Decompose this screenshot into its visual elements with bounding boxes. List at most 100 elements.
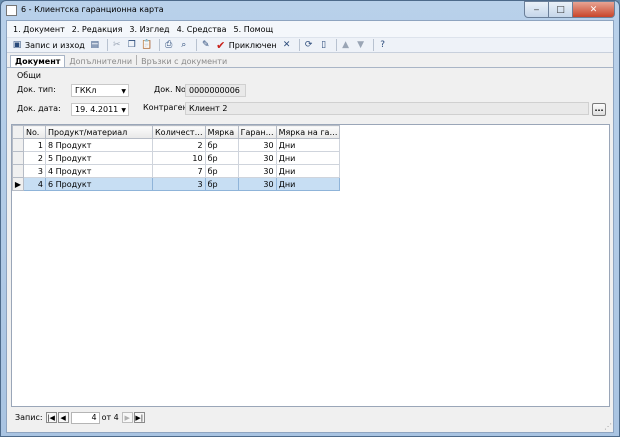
cell-warranty-unit[interactable]: Дни (275, 177, 341, 191)
column-header-no[interactable]: No. (23, 125, 46, 139)
doc-type-value: ГККл (75, 86, 97, 95)
toolbar-separator (298, 39, 300, 51)
cell-warranty-unit[interactable]: Дни (275, 164, 341, 178)
print-icon[interactable]: ⎙ (163, 39, 175, 51)
refresh-icon[interactable]: ⟳ (303, 39, 315, 51)
cell-unit[interactable]: бр (204, 151, 239, 165)
menu-view[interactable]: 3. Изглед (129, 25, 169, 34)
cut-icon[interactable]: ✂ (111, 39, 123, 51)
doc-no-field: 0000000006 (185, 84, 246, 97)
cell-quantity[interactable]: 2 (152, 138, 206, 152)
group-general-label: Общи (17, 71, 41, 80)
cell-unit[interactable]: бр (204, 177, 239, 191)
table-row[interactable]: 1 8 Продукт 2 бр 30 Дни (12, 138, 341, 152)
column-header-warranty-unit[interactable]: Мярка на га… (275, 125, 341, 139)
new-page-icon[interactable]: ▤ (89, 39, 101, 51)
current-record-input[interactable] (70, 411, 100, 424)
cell-quantity[interactable]: 3 (152, 177, 206, 191)
cell-warranty[interactable]: 30 (237, 151, 277, 165)
tab-additional[interactable]: Допълнителни (65, 56, 136, 67)
menu-bar: 1. Документ 2. Редакция 3. Изглед 4. Сре… (7, 21, 613, 37)
previous-record-button[interactable]: ◀ (57, 412, 69, 423)
menu-document[interactable]: 1. Документ (13, 25, 65, 34)
cell-product[interactable]: 4 Продукт (45, 164, 153, 178)
doc-no-label: Док. No. (154, 85, 189, 94)
table-row-selected[interactable]: ▶ 4 6 Продукт 3 бр 30 Дни (12, 177, 341, 191)
cell-unit[interactable]: бр (204, 164, 239, 178)
move-down-icon[interactable]: ▼ (355, 39, 367, 51)
tab-document-links[interactable]: Връзки с документи (137, 56, 231, 67)
cell-warranty[interactable]: 30 (237, 177, 277, 191)
status-completed-button[interactable]: ✔ Приключен (215, 38, 276, 52)
minimize-button[interactable]: ‒ (524, 1, 549, 18)
cell-warranty[interactable]: 30 (237, 138, 277, 152)
application-window: 6 - Клиентска гаранционна карта ‒ □ ✕ 1.… (0, 0, 620, 437)
row-indicator[interactable] (12, 164, 24, 178)
next-record-button[interactable]: ▶ (121, 412, 133, 423)
first-record-button[interactable]: |◀ (45, 412, 57, 423)
toolbar: ▣ Запис и изход ▤ ✂ ❐ 📋 ⎙ ⌕ ✎ ✔ Приключе… (7, 37, 613, 53)
table-header-row: No. Продукт/материал Количест… Мярка Гар… (12, 125, 341, 139)
edit-icon[interactable]: ✎ (200, 39, 212, 51)
column-header-warranty[interactable]: Гаран… (237, 125, 277, 139)
toolbar-separator (106, 39, 108, 51)
column-header-product[interactable]: Продукт/материал (45, 125, 153, 139)
column-header-quantity[interactable]: Количест… (152, 125, 206, 139)
last-record-button[interactable]: ▶| (133, 412, 145, 423)
maximize-button[interactable]: □ (549, 1, 573, 18)
cell-quantity[interactable]: 7 (152, 164, 206, 178)
cell-product[interactable]: 6 Продукт (45, 177, 153, 191)
current-row-arrow-icon[interactable]: ▶ (12, 177, 24, 191)
record-label: Запис: (15, 413, 43, 422)
copy-icon[interactable]: ❐ (126, 39, 138, 51)
row-indicator[interactable] (12, 151, 24, 165)
checkmark-icon: ✔ (216, 38, 226, 52)
toolbar-separator (372, 39, 374, 51)
close-button[interactable]: ✕ (573, 1, 615, 18)
chevron-down-icon: ▼ (121, 88, 126, 95)
cell-no[interactable]: 1 (23, 138, 46, 152)
cell-unit[interactable]: бр (204, 138, 239, 152)
print-preview-icon[interactable]: ⌕ (178, 39, 190, 51)
window-controls: ‒ □ ✕ (524, 1, 615, 18)
save-icon: ▣ (12, 39, 22, 50)
column-header-unit[interactable]: Мярка (204, 125, 239, 139)
row-indicator[interactable] (12, 138, 24, 152)
cell-warranty[interactable]: 30 (237, 164, 277, 178)
menu-tools[interactable]: 4. Средства (177, 25, 227, 34)
save-and-exit-label: Запис и изход (25, 40, 85, 50)
move-up-icon[interactable]: ▲ (340, 39, 352, 51)
cell-no[interactable]: 2 (23, 151, 46, 165)
app-icon (6, 5, 17, 16)
toolbar-separator (335, 39, 337, 51)
cell-warranty-unit[interactable]: Дни (275, 138, 341, 152)
cancel-icon[interactable]: ✕ (281, 39, 293, 51)
paste-icon[interactable]: 📋 (141, 39, 153, 51)
tab-document[interactable]: Документ (10, 55, 66, 67)
doc-type-label: Док. тип: (17, 85, 56, 94)
cell-no[interactable]: 4 (23, 177, 46, 191)
help-icon[interactable]: ? (377, 39, 389, 51)
table-row[interactable]: 2 5 Продукт 10 бр 30 Дни (12, 151, 341, 165)
doc-date-label: Док. дата: (17, 104, 61, 113)
blank-document-icon[interactable]: ▯ (318, 39, 330, 51)
cell-quantity[interactable]: 10 (152, 151, 206, 165)
cell-product[interactable]: 5 Продукт (45, 151, 153, 165)
cell-product[interactable]: 8 Продукт (45, 138, 153, 152)
items-table: No. Продукт/материал Количест… Мярка Гар… (12, 125, 341, 191)
doc-date-picker[interactable]: 19. 4.2011 ▼ (71, 103, 129, 116)
resize-grip-icon[interactable]: ⋰ (604, 422, 612, 431)
toolbar-separator (158, 39, 160, 51)
doc-type-select[interactable]: ГККл ▼ (71, 84, 129, 97)
title-bar[interactable]: 6 - Клиентска гаранционна карта ‒ □ ✕ (1, 1, 619, 20)
row-indicator-header (12, 125, 24, 139)
record-total: от 4 (101, 413, 119, 422)
counterparty-lookup-button[interactable]: ... (592, 103, 606, 116)
table-row[interactable]: 3 4 Продукт 7 бр 30 Дни (12, 164, 341, 178)
cell-no[interactable]: 3 (23, 164, 46, 178)
menu-edit[interactable]: 2. Редакция (72, 25, 123, 34)
counterparty-field: Клиент 2 (185, 102, 589, 115)
cell-warranty-unit[interactable]: Дни (275, 151, 341, 165)
save-and-exit-button[interactable]: ▣ Запис и изход (11, 39, 85, 51)
menu-help[interactable]: 5. Помощ (234, 25, 274, 34)
